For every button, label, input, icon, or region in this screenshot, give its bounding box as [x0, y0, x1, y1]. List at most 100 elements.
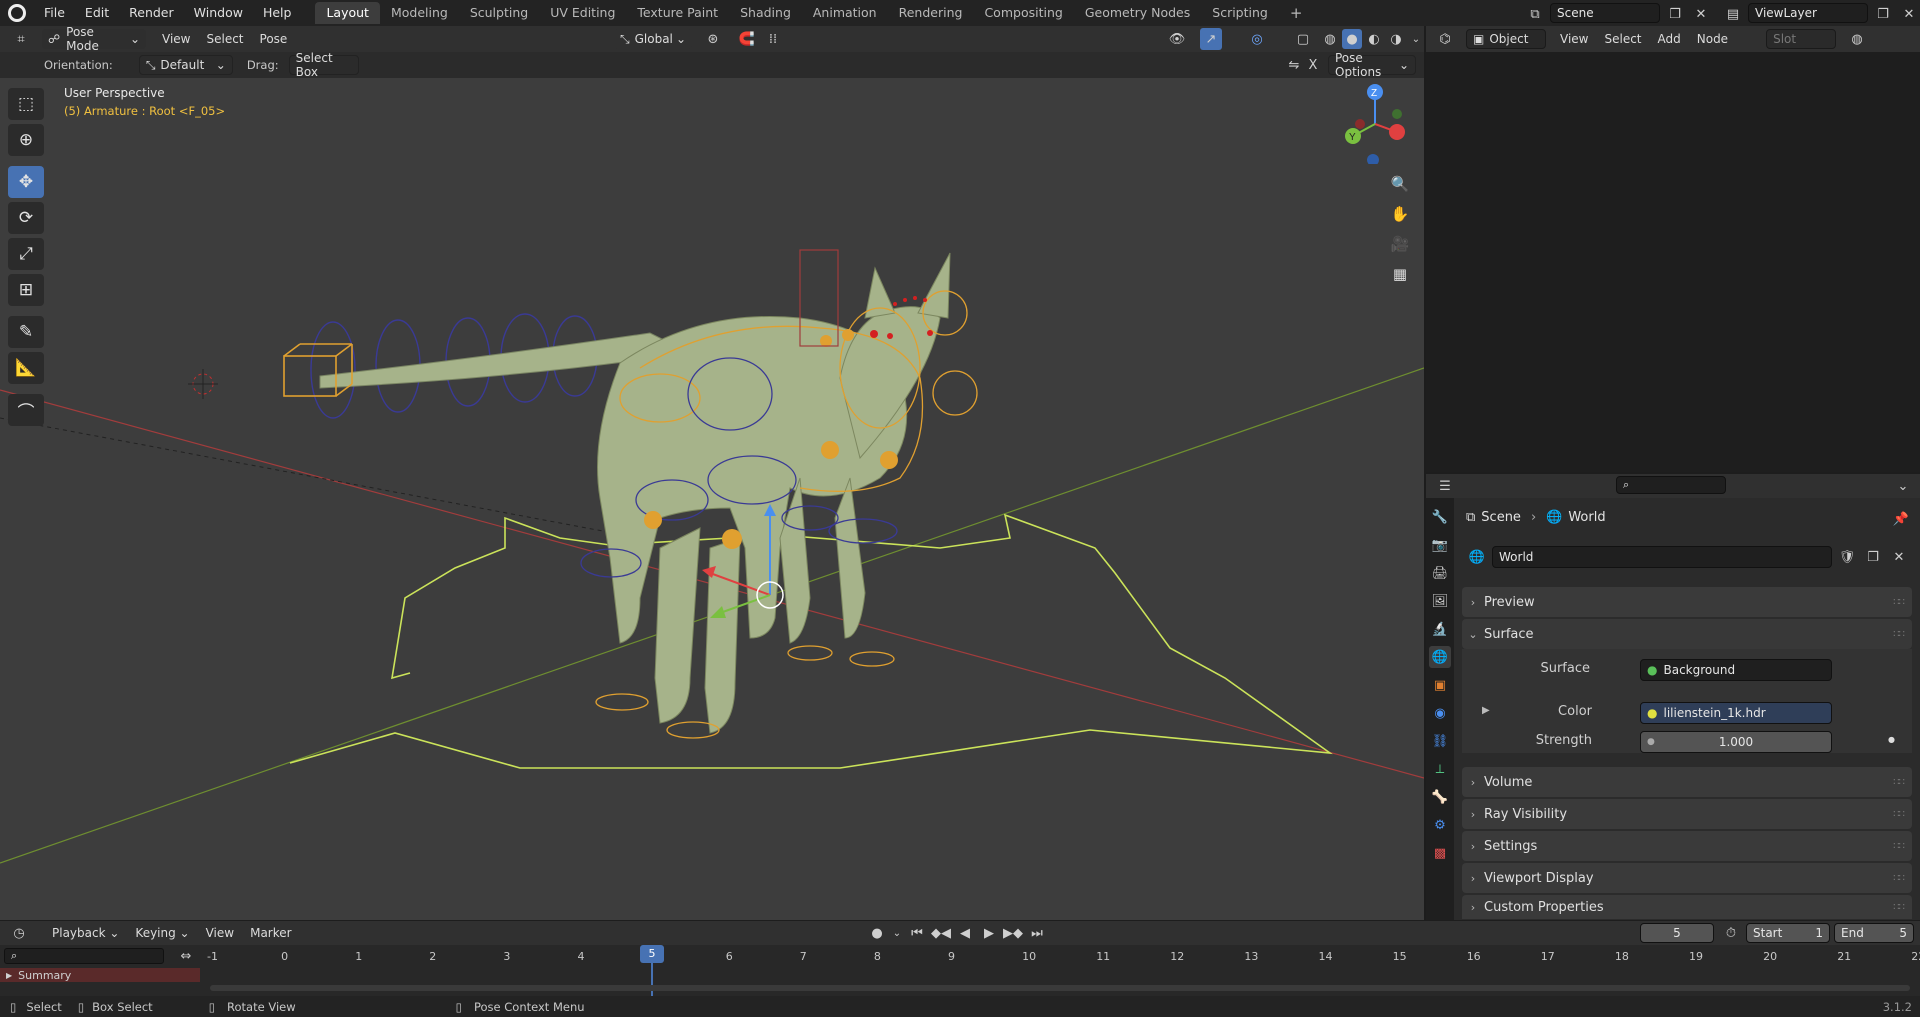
blender-logo-icon[interactable]: [8, 4, 26, 22]
prev-keyframe-icon[interactable]: ◆◀: [930, 922, 952, 944]
constraints-tab-icon[interactable]: ⛓: [1429, 730, 1451, 752]
tab-modeling[interactable]: Modeling: [380, 2, 459, 24]
timeline-view-menu[interactable]: View: [198, 923, 242, 943]
x-axis-icon[interactable]: [1389, 124, 1405, 140]
cursor-tool-icon[interactable]: ⊕: [8, 124, 44, 156]
play-icon[interactable]: ▶: [978, 922, 1000, 944]
node-node-menu[interactable]: Node: [1689, 29, 1736, 49]
timeline-scrollbar[interactable]: [210, 985, 1910, 991]
view-layer-field[interactable]: ViewLayer: [1748, 3, 1868, 23]
pin-icon[interactable]: 📌: [1890, 508, 1912, 530]
fake-user-shield-icon[interactable]: 🛡: [1836, 546, 1858, 568]
timeline-search-input[interactable]: ⌕: [4, 948, 164, 964]
node-view-menu[interactable]: View: [1552, 29, 1596, 49]
tab-geometry-nodes[interactable]: Geometry Nodes: [1074, 2, 1201, 24]
tab-uv-editing[interactable]: UV Editing: [539, 2, 626, 24]
sync-icon[interactable]: ⇔: [176, 946, 196, 966]
scene-tab-icon[interactable]: 🔬: [1429, 618, 1451, 640]
material-shading-icon[interactable]: ◐: [1364, 29, 1384, 49]
pan-hand-icon[interactable]: ✋: [1386, 200, 1414, 228]
mode-dropdown[interactable]: ☍ Pose Mode ⌄: [42, 25, 146, 53]
editor-type-icon[interactable]: ⌗: [10, 28, 32, 50]
panel-preview[interactable]: › Preview ∷∷: [1462, 587, 1912, 617]
move-tool-icon[interactable]: ✥: [8, 166, 44, 198]
select-box-tool-icon[interactable]: ⬚: [8, 88, 44, 120]
marker-menu[interactable]: Marker: [242, 923, 299, 943]
shading-options-icon[interactable]: ⌄: [1408, 29, 1424, 49]
select-menu[interactable]: Select: [198, 29, 251, 49]
keyframe-dot-icon[interactable]: ●: [1888, 735, 1895, 744]
tab-compositing[interactable]: Compositing: [973, 2, 1073, 24]
material-browse-icon[interactable]: ◍: [1846, 28, 1868, 50]
drag-dropdown[interactable]: Select Box: [288, 51, 359, 79]
menu-file[interactable]: File: [34, 0, 75, 26]
preview-range-icon[interactable]: ⏱: [1720, 922, 1742, 944]
toggle-ortho-icon[interactable]: ▦: [1386, 260, 1414, 288]
timeline-editor-type-icon[interactable]: ◷: [8, 922, 30, 944]
measure-tool-icon[interactable]: 📐: [8, 352, 44, 384]
pivot-point-icon[interactable]: ⊛: [702, 28, 724, 50]
node-add-menu[interactable]: Add: [1650, 29, 1689, 49]
keying-options-icon[interactable]: ⌄: [890, 922, 904, 944]
scale-tool-icon[interactable]: ⤢: [8, 238, 44, 270]
properties-search-input[interactable]: ⌕: [1616, 476, 1726, 494]
slot-dropdown[interactable]: Slot: [1766, 29, 1837, 49]
world-browse-icon[interactable]: 🌐: [1466, 546, 1488, 568]
current-frame-field[interactable]: 5: [1640, 923, 1714, 943]
xray-toggle-icon[interactable]: ▢: [1292, 28, 1314, 50]
playback-menu[interactable]: Playback ⌄: [44, 923, 127, 943]
shader-type-dropdown[interactable]: ▣ Object: [1466, 29, 1546, 49]
scene-icon[interactable]: ⧉: [1524, 3, 1546, 25]
drag-grip-icon[interactable]: ∷∷: [1893, 809, 1905, 820]
color-input-field[interactable]: ● lilienstein_1k.hdr: [1640, 702, 1832, 724]
panel-settings[interactable]: › Settings ∷∷: [1462, 831, 1912, 861]
tab-texture-paint[interactable]: Texture Paint: [626, 2, 729, 24]
jump-start-icon[interactable]: ⏮: [906, 922, 928, 944]
snap-target-icon[interactable]: ⁞⁞: [762, 28, 784, 50]
menu-edit[interactable]: Edit: [75, 0, 119, 26]
drag-grip-icon[interactable]: ∷∷: [1893, 841, 1905, 852]
jump-end-icon[interactable]: ⏭: [1026, 922, 1048, 944]
delete-scene-icon[interactable]: ✕: [1690, 3, 1712, 25]
panel-viewport-display[interactable]: › Viewport Display ∷∷: [1462, 863, 1912, 893]
object-tab-icon[interactable]: ▣: [1429, 674, 1451, 696]
tab-scripting[interactable]: Scripting: [1201, 2, 1279, 24]
view-menu[interactable]: View: [154, 29, 198, 49]
3d-viewport[interactable]: User Perspective (5) Armature : Root <F_…: [0, 78, 1424, 920]
new-world-icon[interactable]: ❐: [1862, 546, 1884, 568]
menu-render[interactable]: Render: [119, 0, 184, 26]
world-tab-icon[interactable]: 🌐: [1429, 646, 1451, 668]
summary-channel[interactable]: ▶ Summary: [0, 968, 200, 982]
pose-options-dropdown[interactable]: Pose Options ⌄: [1328, 51, 1416, 79]
output-tab-icon[interactable]: 🖨: [1429, 562, 1451, 584]
orientation-dropdown[interactable]: ⤡ Default ⌄: [138, 55, 233, 75]
physics-tab-icon[interactable]: ◉: [1429, 702, 1451, 724]
frame-ruler[interactable]: -1012345678910111213141516171819202122: [200, 946, 1920, 966]
transform-tool-icon[interactable]: ⊞: [8, 274, 44, 306]
delete-view-layer-icon[interactable]: ✕: [1898, 3, 1920, 25]
tab-animation[interactable]: Animation: [802, 2, 888, 24]
panel-volume[interactable]: › Volume ∷∷: [1462, 767, 1912, 797]
pose-menu[interactable]: Pose: [252, 29, 296, 49]
properties-editor-type-icon[interactable]: ☰: [1434, 475, 1456, 497]
drag-grip-icon[interactable]: ∷∷: [1893, 629, 1905, 640]
scene-name-field[interactable]: Scene: [1550, 3, 1660, 23]
auto-keying-icon[interactable]: ●: [866, 922, 888, 944]
tab-sculpting[interactable]: Sculpting: [459, 2, 539, 24]
tool-tab-icon[interactable]: 🔧: [1429, 506, 1451, 528]
camera-view-icon[interactable]: 🎥: [1386, 230, 1414, 258]
tab-shading[interactable]: Shading: [729, 2, 802, 24]
snap-icon[interactable]: 🧲: [736, 28, 758, 50]
drag-grip-icon[interactable]: ∷∷: [1893, 873, 1905, 884]
rendered-shading-icon[interactable]: ◑: [1386, 29, 1406, 49]
menu-help[interactable]: Help: [253, 0, 302, 26]
armature-data-tab-icon[interactable]: ⟂: [1429, 758, 1451, 780]
unlink-world-icon[interactable]: ✕: [1888, 546, 1910, 568]
playhead-frame-indicator[interactable]: 5: [640, 945, 664, 963]
solid-shading-icon[interactable]: ●: [1342, 29, 1362, 49]
relax-pose-tool-icon[interactable]: ⌒: [8, 394, 44, 426]
zoom-icon[interactable]: 🔍: [1386, 170, 1414, 198]
panel-ray-visibility[interactable]: › Ray Visibility ∷∷: [1462, 799, 1912, 829]
navigation-gizmo[interactable]: Z Y: [1335, 84, 1415, 164]
visibility-icon[interactable]: 👁: [1166, 28, 1188, 50]
